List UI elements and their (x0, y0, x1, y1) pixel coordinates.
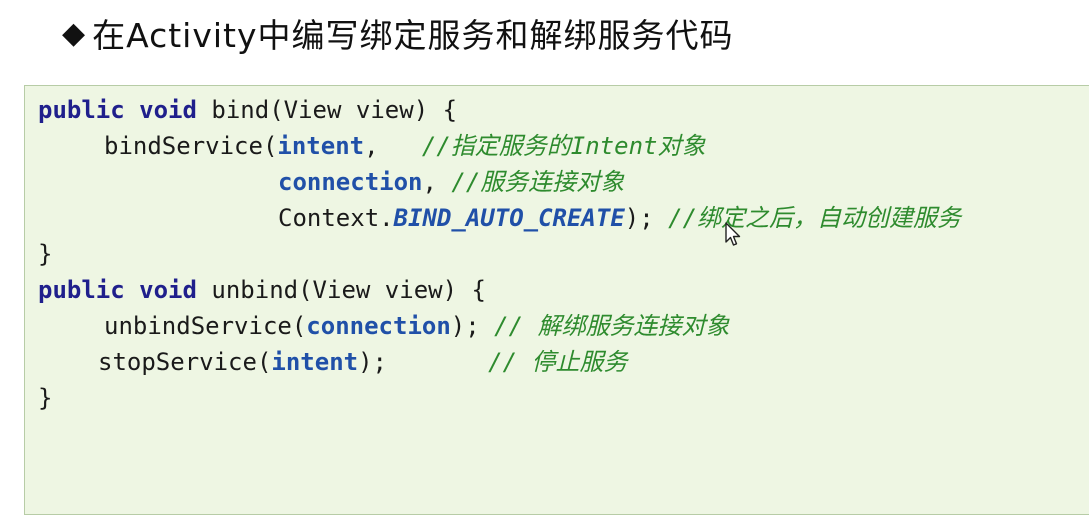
slide-title: 在Activity中编写绑定服务和解绑服务代码 (92, 16, 734, 55)
keyword-public: public (38, 276, 125, 304)
code-line-close-brace: } (38, 384, 53, 412)
code-comment: //指定服务的Intent对象 (421, 132, 706, 160)
method-call: unbindService( (104, 312, 307, 340)
statement-end: ); (450, 312, 495, 340)
method-call: stopService( (98, 348, 272, 376)
code-line-close-brace: } (38, 240, 53, 268)
argument-intent: intent (277, 132, 365, 160)
slide-heading: ◆ 在Activity中编写绑定服务和解绑服务代码 (62, 8, 734, 58)
code-line-unbind-signature: public void unbind(View view) { (38, 272, 486, 308)
separator: , (364, 132, 422, 160)
code-line-unbind-service: unbindService(connection); // 解绑服务连接对象 (104, 308, 730, 344)
code-comment: // 停止服务 (488, 348, 628, 376)
class-prefix: Context. (278, 204, 394, 232)
code-line-bind-signature: public void bind(View view) { (38, 92, 457, 128)
diamond-bullet-icon: ◆ (62, 15, 87, 51)
argument-connection: connection (278, 168, 423, 196)
code-line-connection-arg: connection, //服务连接对象 (278, 164, 624, 200)
separator: , (422, 168, 452, 196)
keyword-void: void (139, 276, 197, 304)
code-comment: //服务连接对象 (451, 168, 625, 196)
code-block: public void bind(View view) { bindServic… (24, 85, 1089, 515)
argument-intent: intent (271, 348, 359, 376)
code-comment: //绑定之后，自动创建服务 (668, 204, 962, 232)
code-line-flag-arg: Context.BIND_AUTO_CREATE); //绑定之后，自动创建服务 (278, 200, 961, 236)
code-line-stop-service: stopService(intent); // 停止服务 (98, 344, 628, 380)
statement-end: ); (358, 348, 489, 376)
method-call: bindService( (104, 132, 278, 160)
code-comment: // 解绑服务连接对象 (494, 312, 730, 340)
keyword-public: public (38, 96, 125, 124)
constant-bind-auto-create: BIND_AUTO_CREATE (393, 204, 625, 232)
code-line-bind-service: bindService(intent, //指定服务的Intent对象 (104, 128, 705, 164)
method-signature: unbind(View view) { (196, 276, 486, 304)
statement-end: ); (624, 204, 669, 232)
keyword-void: void (139, 96, 197, 124)
argument-connection: connection (306, 312, 451, 340)
method-signature: bind(View view) { (196, 96, 458, 124)
mouse-pointer-icon (725, 222, 741, 246)
